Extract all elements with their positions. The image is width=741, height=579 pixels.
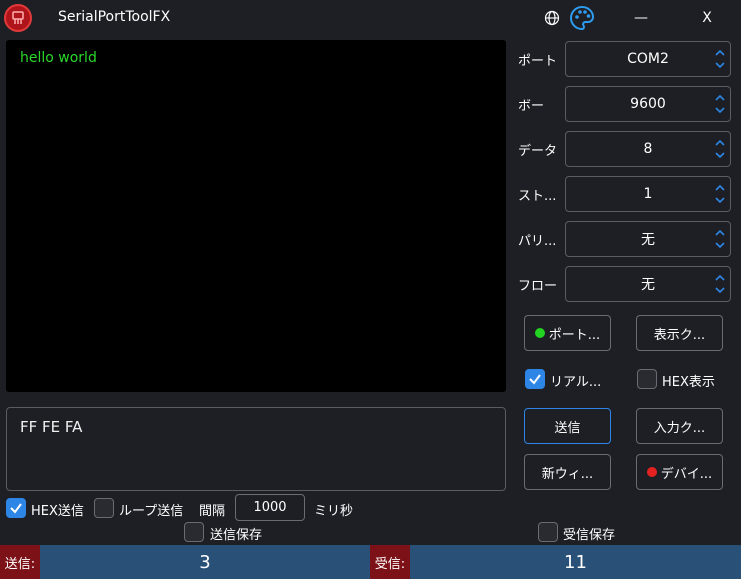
palette-icon[interactable]	[568, 4, 596, 32]
port-status-dot-icon	[534, 328, 545, 338]
send-count-value: 3	[199, 551, 211, 573]
hex-display-label: HEX表示	[662, 375, 715, 390]
check-icon	[10, 503, 22, 514]
hex-display-checkbox[interactable]	[637, 369, 657, 389]
globe-icon[interactable]	[543, 9, 561, 27]
input-clear-button[interactable]: 入力ク...	[636, 408, 723, 444]
stop-bits-value: 1	[643, 186, 653, 202]
flow-control-value: 无	[641, 277, 655, 293]
check-icon	[529, 374, 541, 385]
recv-count-value: 11	[564, 551, 587, 573]
hex-send-checkbox[interactable]	[6, 498, 26, 518]
spinner-arrows-icon[interactable]	[715, 183, 725, 205]
send-save-checkbox[interactable]	[184, 522, 204, 542]
window-title: SerialPortToolFX	[58, 9, 171, 25]
recv-save-checkbox[interactable]	[538, 522, 558, 542]
parity-select[interactable]: 无	[565, 221, 731, 257]
interval-input[interactable]: 1000	[235, 494, 305, 521]
spinner-arrows-icon[interactable]	[715, 93, 725, 115]
port-value: COM2	[627, 51, 669, 67]
spinner-arrows-icon[interactable]	[715, 138, 725, 160]
flow-control-label: フロー	[518, 279, 558, 294]
device-status-dot-icon	[646, 467, 657, 477]
minimize-button[interactable]: —	[624, 6, 658, 30]
device-button[interactable]: デバイ...	[636, 454, 723, 490]
port-open-button[interactable]: ポート...	[524, 315, 611, 351]
data-bits-value: 8	[643, 141, 653, 157]
realtime-checkbox[interactable]	[525, 369, 545, 389]
flow-control-select[interactable]: 无	[565, 266, 731, 302]
device-label: デバイ...	[660, 466, 713, 482]
send-button[interactable]: 送信	[524, 408, 611, 444]
realtime-label: リアル...	[550, 375, 602, 390]
hex-send-label: HEX送信	[31, 504, 84, 519]
receive-text: hello world	[20, 50, 97, 66]
baud-value: 9600	[630, 96, 666, 112]
spinner-arrows-icon[interactable]	[715, 48, 725, 70]
baud-select[interactable]: 9600	[565, 86, 731, 122]
send-text: FF FE FA	[20, 418, 83, 436]
display-clear-button[interactable]: 表示ク...	[636, 315, 723, 351]
loop-send-checkbox[interactable]	[94, 498, 114, 518]
recv-count-label: 受信:	[370, 545, 410, 579]
data-bits-select[interactable]: 8	[565, 131, 731, 167]
stop-bits-label: スト...	[518, 189, 557, 204]
loop-send-label: ループ送信	[119, 504, 184, 519]
send-text-area[interactable]: FF FE FA	[6, 407, 506, 491]
interval-unit-label: ミリ秒	[314, 504, 354, 519]
close-button[interactable]: X	[690, 6, 724, 30]
send-count-label: 送信:	[0, 545, 40, 579]
interval-label: 間隔	[199, 504, 226, 519]
recv-save-label: 受信保存	[563, 528, 616, 543]
stop-bits-select[interactable]: 1	[565, 176, 731, 212]
send-save-label: 送信保存	[210, 528, 263, 543]
app-logo-icon	[4, 4, 32, 32]
parity-label: パリ...	[518, 234, 557, 249]
spinner-arrows-icon[interactable]	[715, 273, 725, 295]
port-select[interactable]: COM2	[565, 41, 731, 77]
baud-label: ボー	[518, 99, 545, 114]
parity-value: 无	[641, 232, 655, 248]
port-open-label: ポート...	[548, 327, 601, 343]
new-window-button[interactable]: 新ウィ...	[524, 454, 611, 490]
port-label: ポート	[518, 54, 558, 69]
spinner-arrows-icon[interactable]	[715, 228, 725, 250]
data-bits-label: データ	[518, 144, 558, 159]
receive-text-area[interactable]: hello world	[6, 40, 506, 392]
